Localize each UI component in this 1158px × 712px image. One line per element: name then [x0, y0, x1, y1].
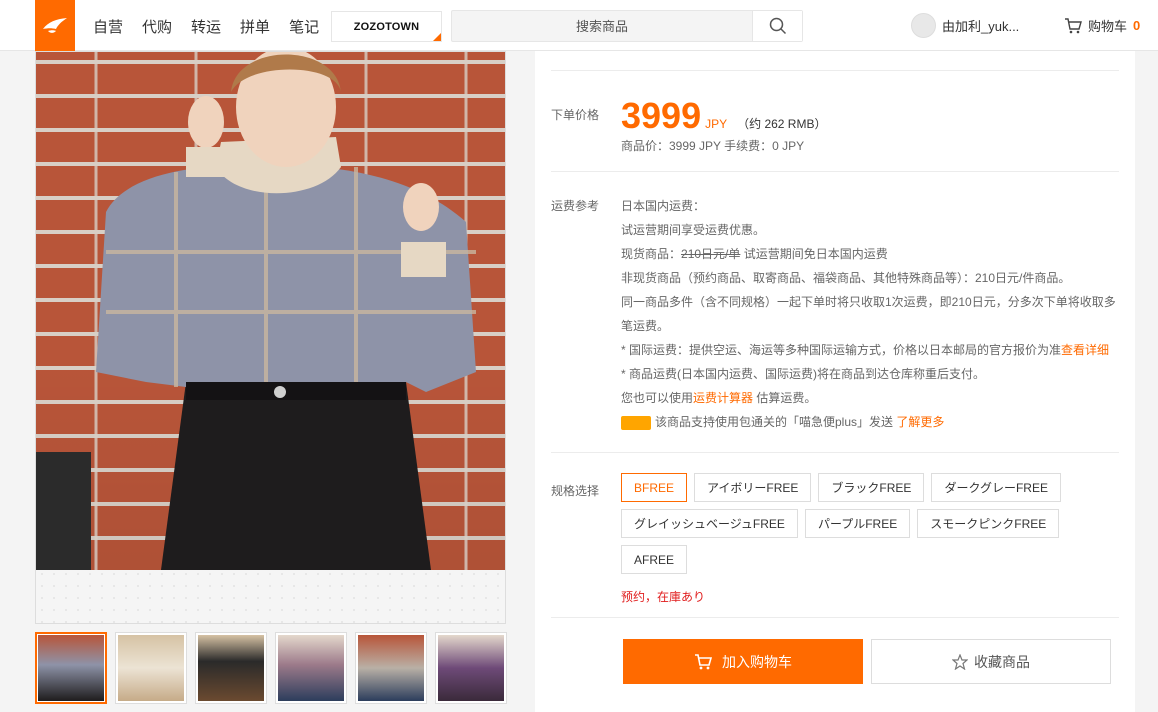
express-plus-badge-icon [621, 415, 651, 430]
thumbnail-3[interactable] [195, 632, 267, 704]
username: 由加利_yuk... [942, 19, 1020, 34]
favorite-label: 收藏商品 [974, 653, 1030, 670]
spec-select-label: 规格选择 [551, 484, 600, 498]
shipping-line: 现货商品：210日元/单 试运营期间免日本国内运费 [621, 242, 1121, 266]
nav-item-self-operated[interactable]: 自营 [93, 16, 123, 37]
nav-item-forwarding[interactable]: 转运 [191, 16, 221, 37]
top-navigation-bar: 自营 代购 转运 拼单 笔记 ZOZOTOWN 由加利_yuk... 购物车 0 [0, 0, 1158, 51]
view-details-link[interactable]: 查看详细 [1061, 343, 1109, 357]
shipping-line: * 国际运费：提供空运、海运等多种国际运输方式，价格以日本邮局的官方报价为准查看… [621, 338, 1121, 362]
order-price-label: 下单价格 [551, 108, 600, 122]
thumbnail-image [198, 635, 264, 701]
cart-link[interactable]: 购物车 0 [1064, 16, 1140, 35]
thumbnail-image [118, 635, 184, 701]
nav-item-purchase-agent[interactable]: 代购 [142, 16, 172, 37]
shipping-text: 您也可以使用 [621, 391, 694, 405]
price-block: 3999 JPY （约 262 RMB） [621, 95, 826, 137]
add-to-cart-button[interactable]: 加入购物车 [623, 639, 863, 684]
shipping-text: 该商品支持使用包通关的「喵急便plus」发送 [655, 415, 897, 429]
shipping-line: * 商品运费(日本国内运费、国际运费)将在商品到达仓库称重后支付。 [621, 367, 985, 381]
cart-label: 购物车 [1088, 19, 1128, 34]
stock-status: 预约，在庫あり [621, 590, 706, 604]
shipping-line: 试运营期间享受运费优惠。 [621, 223, 766, 237]
spec-option[interactable]: AFREE [621, 545, 688, 574]
avatar [911, 13, 936, 38]
shipping-text: * 国际运费：提供空运、海运等多种国际运输方式，价格以日本邮局的官方报价为准 [621, 343, 1062, 357]
spec-option[interactable]: グレイッシュベージュFREE [621, 509, 798, 538]
cart-icon [695, 653, 712, 669]
divider [551, 70, 1119, 71]
shipping-line: 同一商品多件（含不同规格）一起下单时将只收取1次运费，即210日元，分多次下单将… [621, 295, 1116, 309]
shipping-line: 非现货商品（预约商品、取寄商品、福袋商品、其他特殊商品等）：210日元/件商品。 [621, 271, 1071, 285]
add-to-cart-label: 加入购物车 [722, 653, 792, 670]
main-nav: 自营 代购 转运 拼单 笔记 [93, 16, 319, 37]
cart-icon [1065, 17, 1082, 33]
price-breakdown: 商品价：3999 JPY 手续费：0 JPY [621, 139, 805, 153]
bird-logo-icon [43, 17, 67, 33]
shipping-label: 运费参考 [551, 199, 600, 213]
product-info-panel: 下单价格 3999 JPY （约 262 RMB） 商品价：3999 JPY 手… [535, 51, 1135, 712]
spec-option[interactable]: パープルFREE [804, 509, 911, 538]
price-currency: JPY [705, 117, 728, 131]
spec-option[interactable]: ダークグレーFREE [931, 473, 1061, 502]
nav-item-notes[interactable]: 笔记 [289, 16, 319, 37]
thumbnail-image [358, 635, 424, 701]
spec-option[interactable]: ブラックFREE [818, 473, 925, 502]
search-bar [451, 10, 803, 42]
nav-item-group-order[interactable]: 拼单 [240, 16, 270, 37]
product-photo-illustration [36, 52, 476, 570]
product-main-image[interactable] [35, 51, 506, 624]
divider [551, 452, 1119, 453]
thumbnail-image [38, 635, 104, 701]
zozotown-logo-text: ZOZOTOWN [353, 20, 420, 33]
shipping-line: 笔运费。 [621, 319, 670, 333]
user-account[interactable]: 由加利_yuk... [911, 13, 1019, 38]
product-photo [36, 52, 505, 570]
thumbnail-image [278, 635, 344, 701]
star-icon [952, 653, 968, 670]
thumbnail-5[interactable] [355, 632, 427, 704]
shipping-text: 现货商品： [621, 247, 682, 261]
spec-options: BFREE アイボリーFREE ブラックFREE ダークグレーFREE グレイッ… [621, 473, 1121, 574]
corner-triangle-icon [433, 33, 441, 41]
favorite-button[interactable]: 收藏商品 [871, 639, 1111, 684]
learn-more-link[interactable]: 了解更多 [896, 415, 944, 429]
divider [551, 171, 1119, 172]
shipping-line: 您也可以使用运费计算器 估算运费。 [621, 386, 1121, 410]
price-value: 3999 [621, 95, 702, 136]
thumbnail-strip [35, 632, 507, 704]
thumbnail-image [438, 635, 504, 701]
search-button[interactable] [752, 11, 802, 41]
search-input[interactable] [452, 11, 752, 41]
spec-option[interactable]: スモークピンクFREE [917, 509, 1060, 538]
shipping-old-price: 210日元/单 [681, 247, 741, 261]
spec-option[interactable]: BFREE [621, 473, 688, 502]
thumbnail-2[interactable] [115, 632, 187, 704]
spec-option[interactable]: アイボリーFREE [694, 473, 812, 502]
shipping-text: 估算运费。 [753, 391, 817, 405]
shipping-info: 日本国内运费： 试运营期间享受运费优惠。 现货商品：210日元/单 试运营期间免… [621, 194, 1121, 434]
price-rmb: （约 262 RMB） [737, 117, 827, 131]
shipping-line: 日本国内运费： [621, 199, 706, 213]
shipping-calculator-link[interactable]: 运费计算器 [693, 391, 753, 405]
thumbnail-1[interactable] [35, 632, 107, 704]
zozotown-store-link[interactable]: ZOZOTOWN [331, 11, 442, 42]
search-icon [769, 17, 786, 35]
thumbnail-6[interactable] [435, 632, 507, 704]
shipping-line: 该商品支持使用包通关的「喵急便plus」发送 了解更多 [621, 410, 1121, 434]
divider [551, 617, 1119, 618]
thumbnail-4[interactable] [275, 632, 347, 704]
shipping-text: 试运营期间免日本国内运费 [740, 247, 888, 261]
cart-count: 0 [1133, 18, 1141, 33]
site-logo[interactable] [35, 0, 75, 51]
